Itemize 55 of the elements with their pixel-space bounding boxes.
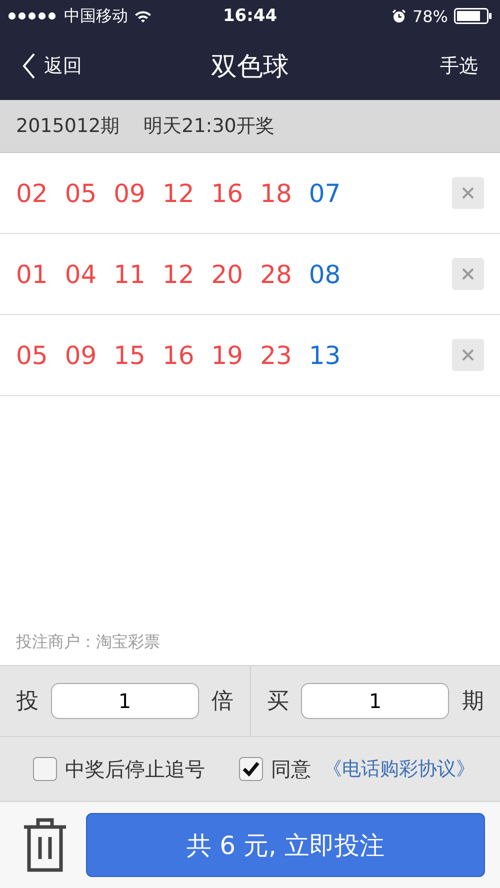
ball-number: 09 <box>114 178 146 208</box>
back-button[interactable]: 返回 <box>22 52 112 80</box>
manual-pick-button[interactable]: 手选 <box>388 53 478 79</box>
ball-number: 16 <box>211 178 244 208</box>
ball-number: 04 <box>64 260 97 288</box>
delete-button[interactable] <box>452 177 484 209</box>
ball-number: 13 <box>308 340 341 370</box>
ball-number: 02 <box>16 178 48 208</box>
ball-number: 19 <box>211 340 244 370</box>
ball-number: 15 <box>114 340 146 370</box>
status-time: 16:44 <box>222 6 278 26</box>
battery-percent: 78% <box>412 6 448 26</box>
ball-number: 12 <box>162 178 194 208</box>
ball-number: 20 <box>211 260 244 288</box>
multiplier-suffix: 倍 <box>211 688 234 716</box>
carrier-name: 中国移动 <box>64 6 128 26</box>
trash-button[interactable] <box>22 817 68 873</box>
screen-title: 双色球 <box>211 50 289 84</box>
close-icon <box>461 267 475 281</box>
checkbox[interactable] <box>33 757 57 781</box>
close-icon <box>461 186 475 200</box>
ball-number: 07 <box>308 178 341 208</box>
battery-icon <box>454 8 492 24</box>
wifi-icon <box>134 10 152 22</box>
delete-button[interactable] <box>452 258 484 290</box>
multiplier-field[interactable]: 1 <box>50 683 199 719</box>
ball-number: 11 <box>114 260 146 288</box>
chevron-left-icon <box>22 52 36 80</box>
alarm-icon <box>392 9 406 23</box>
ball-number: 12 <box>162 260 194 288</box>
ball-number: 05 <box>16 340 48 370</box>
ball-number: 16 <box>162 340 194 370</box>
issue-number: 2015012期 <box>16 114 120 139</box>
trash-icon <box>22 817 68 873</box>
submit-button[interactable]: 共 6 元, 立即投注 <box>86 813 485 877</box>
ball-number: 05 <box>64 178 97 208</box>
multiplier-prefix: 投 <box>16 688 38 716</box>
stop-on-win-label: 中奖后停止追号 <box>65 756 205 782</box>
agree-label: 同意 <box>271 756 311 782</box>
close-icon <box>461 348 475 362</box>
agreement-link[interactable]: 《电话购彩协议》 <box>323 756 475 782</box>
checkbox[interactable] <box>239 757 263 781</box>
draw-time: 明天21:30开奖 <box>144 114 274 139</box>
ball-number: 09 <box>64 340 97 370</box>
periods-prefix: 买 <box>266 688 289 716</box>
ball-number: 08 <box>308 260 341 288</box>
ball-number: 18 <box>260 178 292 208</box>
merchant-text: 投注商户：淘宝彩票 <box>15 632 161 653</box>
signal-icon <box>8 12 58 20</box>
ball-number: 23 <box>260 340 292 370</box>
ball-number: 28 <box>260 260 292 288</box>
delete-button[interactable] <box>452 339 484 371</box>
ball-number: 01 <box>16 260 48 288</box>
periods-field[interactable]: 1 <box>301 683 450 719</box>
periods-suffix: 期 <box>462 688 484 716</box>
